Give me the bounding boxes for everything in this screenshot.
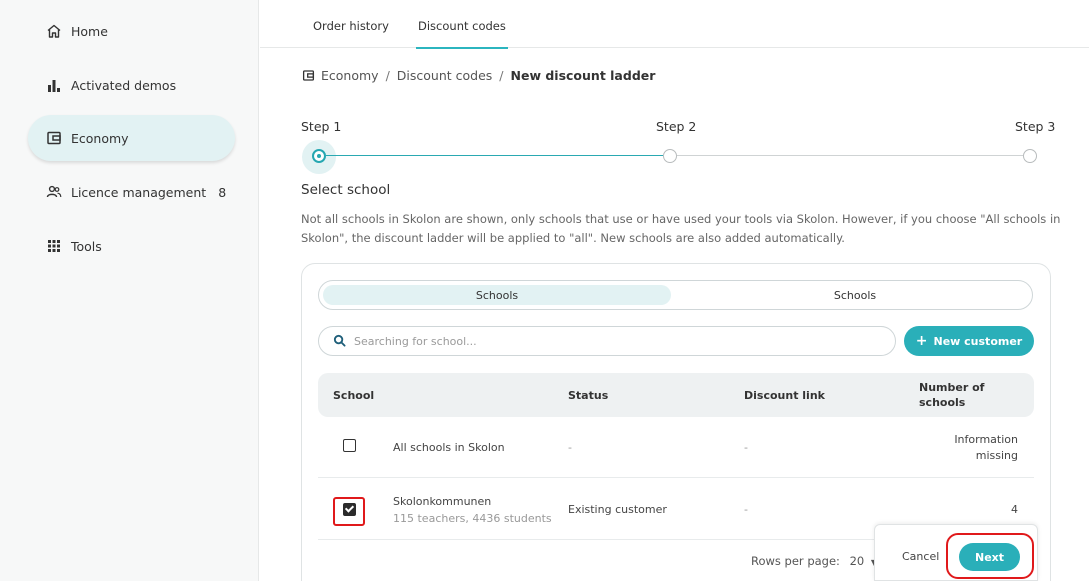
row-checkbox[interactable] — [343, 439, 356, 452]
school-name: Skolonkommunen — [393, 495, 492, 508]
sidebar-item-activated-demos[interactable]: Activated demos — [28, 62, 235, 108]
grid-icon — [45, 238, 63, 254]
table-row: All schools in Skolon - - Information mi… — [318, 417, 1034, 478]
wallet-icon — [45, 130, 63, 146]
school-discount-link: - — [744, 503, 748, 516]
next-button-highlight — [946, 533, 1034, 579]
section-title: Select school — [301, 182, 391, 198]
school-segment-control: Schools Schools — [318, 280, 1033, 310]
wallet-icon — [301, 69, 315, 83]
column-header-status: Status — [568, 389, 609, 402]
school-count: 4 — [1011, 503, 1018, 516]
step-1-label: Step 1 — [301, 119, 342, 134]
sidebar-item-licence-management[interactable]: Licence management 8 — [28, 169, 235, 215]
column-header-discount-link: Discount link — [744, 389, 825, 402]
search-icon — [333, 332, 346, 351]
school-count: Information missing — [954, 433, 1018, 462]
breadcrumb-separator: / — [385, 68, 390, 83]
breadcrumb-discount-codes[interactable]: Discount codes — [397, 68, 493, 83]
column-header-school: School — [333, 389, 375, 402]
breadcrumb: Economy / Discount codes / New discount … — [301, 68, 655, 83]
new-customer-label: New customer — [933, 334, 1023, 348]
plus-icon: + — [915, 333, 928, 349]
rows-per-page[interactable]: Rows per page: 20 ▼ — [751, 554, 877, 568]
school-status: - — [568, 441, 572, 454]
sidebar-item-label: Home — [71, 23, 108, 39]
bar-chart-icon — [45, 77, 63, 93]
step-3-indicator — [1023, 149, 1037, 163]
step-1-indicator — [312, 149, 326, 163]
table-header: School Status Discount link Number of sc… — [318, 373, 1034, 417]
sidebar-item-economy[interactable]: Economy — [28, 115, 235, 161]
column-header-number-of-schools: Number of schools — [919, 381, 985, 409]
rows-per-page-label: Rows per page: — [751, 554, 840, 568]
top-tabs: Order history Discount codes — [260, 0, 1089, 49]
segment-schools-primary[interactable]: Schools — [323, 285, 671, 305]
licence-count-badge: 8 — [218, 184, 227, 200]
sidebar-item-label: Economy — [71, 130, 129, 146]
school-status: Existing customer — [568, 503, 667, 516]
search-input[interactable] — [354, 334, 834, 348]
school-discount-link: - — [744, 441, 748, 454]
checkbox-highlight — [333, 497, 365, 526]
school-name: All schools in Skolon — [393, 441, 505, 454]
step-connector-2 — [677, 155, 1023, 156]
new-customer-button[interactable]: + New customer — [904, 326, 1034, 356]
breadcrumb-separator: / — [499, 68, 504, 83]
sidebar-item-label: Activated demos — [71, 77, 177, 93]
users-icon — [45, 184, 63, 200]
section-description: Not all schools in Skolon are shown, onl… — [301, 212, 1061, 245]
step-2-indicator — [663, 149, 677, 163]
sidebar-item-label: Licence management — [71, 184, 207, 200]
breadcrumb-current: New discount ladder — [510, 68, 656, 83]
breadcrumb-economy[interactable]: Economy — [321, 68, 379, 83]
app: Home Activated demos Economy Licence man… — [0, 0, 1089, 581]
step-connector-1 — [326, 155, 663, 156]
sidebar-item-label: Tools — [71, 238, 102, 254]
step-2-label: Step 2 — [656, 119, 697, 134]
step-3-label: Step 3 — [1015, 119, 1056, 134]
cancel-button[interactable]: Cancel — [902, 550, 939, 563]
home-icon — [45, 23, 63, 39]
sidebar-item-tools[interactable]: Tools — [28, 223, 235, 269]
tab-discount-codes[interactable]: Discount codes — [416, 19, 508, 49]
school-subtext: 115 teachers, 4436 students — [393, 512, 552, 525]
rows-per-page-value: 20 — [849, 554, 865, 568]
search-bar — [318, 326, 896, 356]
tab-order-history[interactable]: Order history — [313, 19, 389, 33]
segment-schools-secondary[interactable]: Schools — [681, 285, 1029, 305]
sidebar: Home Activated demos Economy Licence man… — [0, 0, 259, 581]
sidebar-item-home[interactable]: Home — [28, 8, 235, 54]
